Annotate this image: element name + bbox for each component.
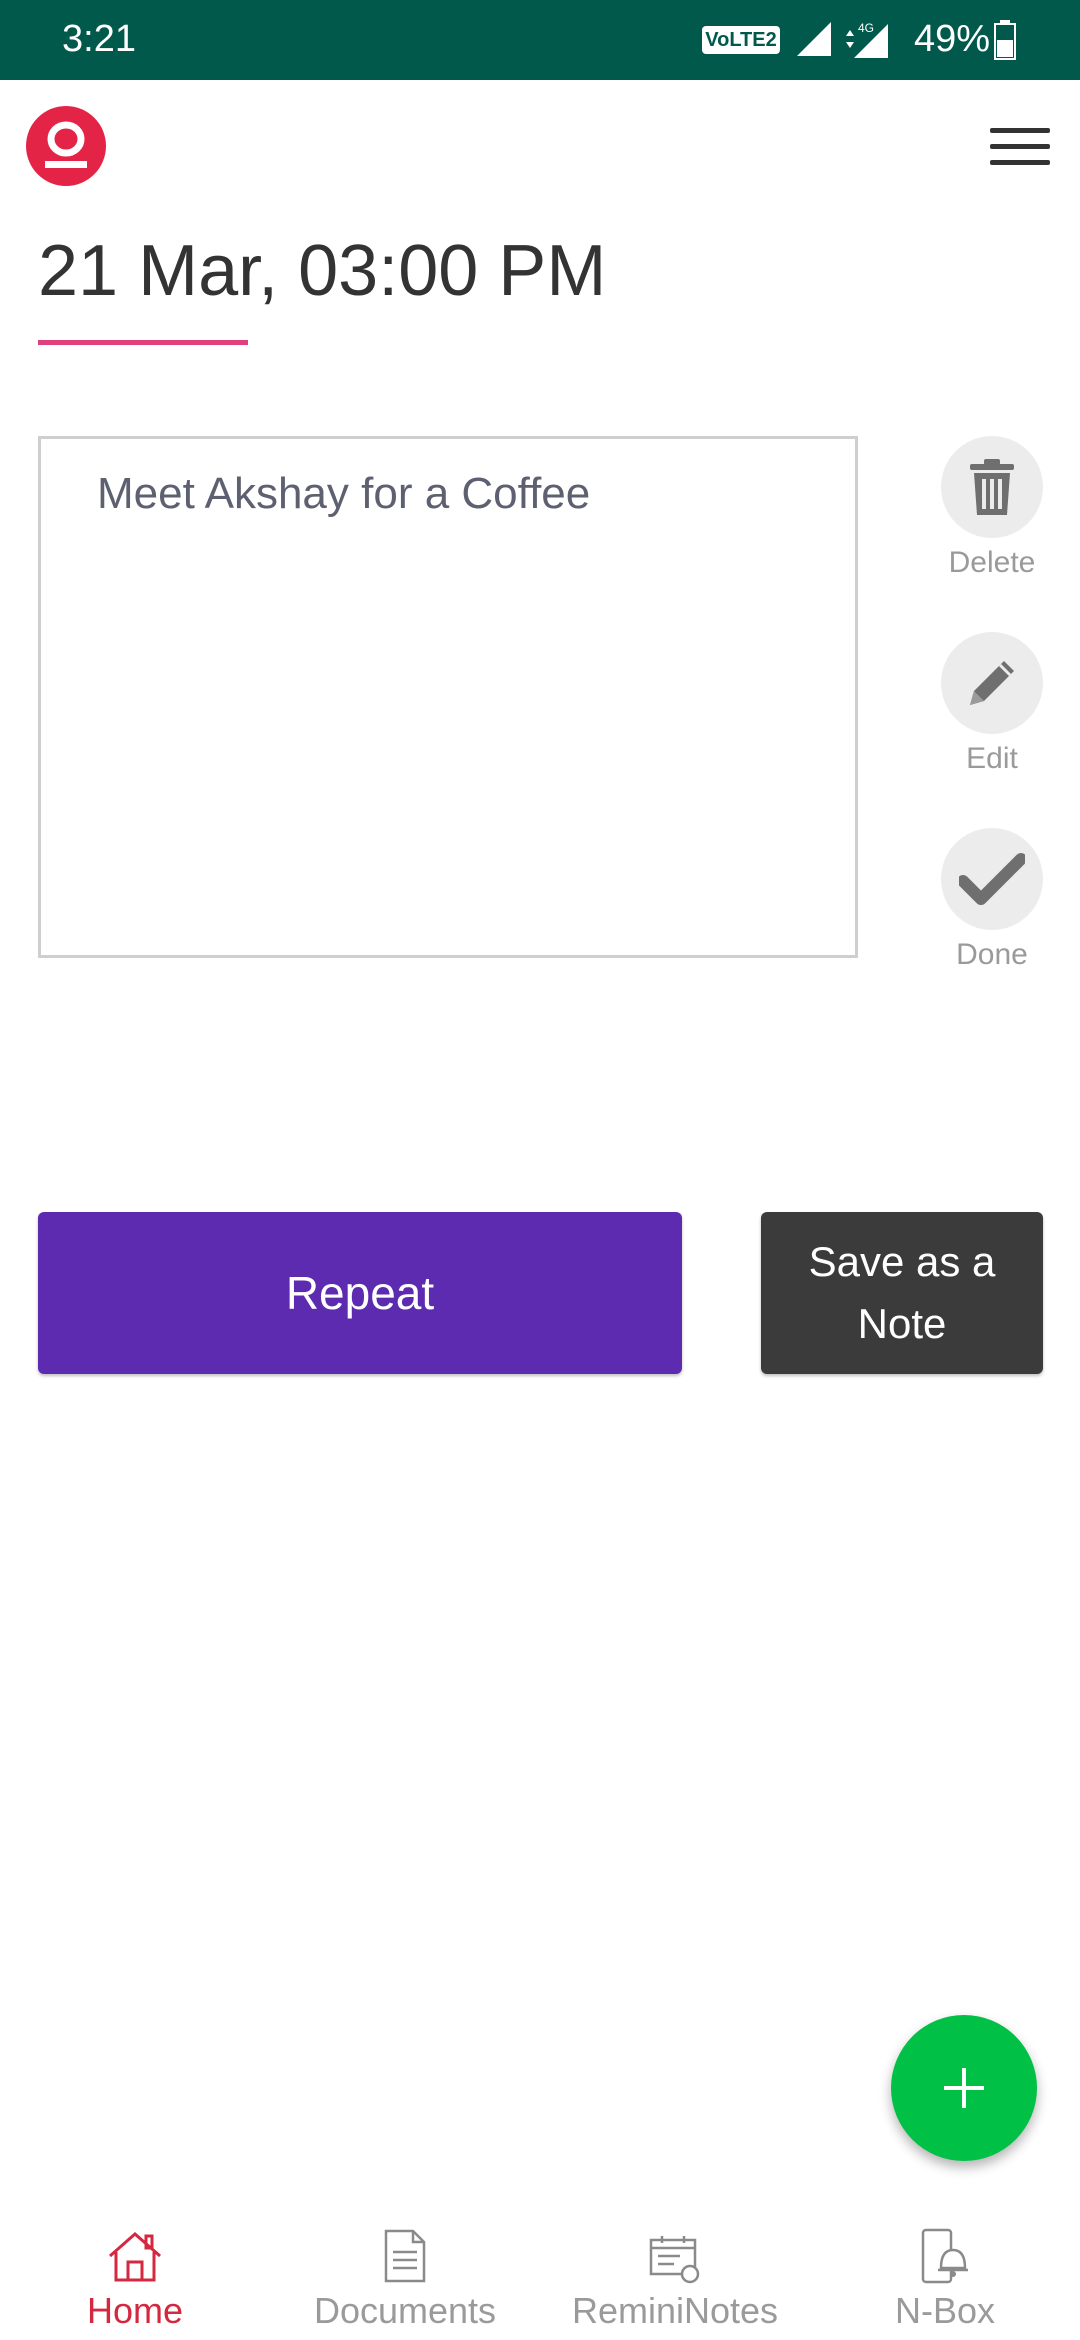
save-label-line2: Note <box>857 1300 947 1347</box>
status-bar: 3:21 VoLTE2 4G 49% <box>0 0 1080 80</box>
note-text: Meet Akshay for a Coffee <box>97 469 591 518</box>
bottom-nav: Home Documents ReminiNotes N-Box <box>0 2200 1080 2340</box>
repeat-button[interactable]: Repeat <box>38 1212 682 1374</box>
volte-badge: VoLTE2 <box>702 26 780 54</box>
edit-label: Edit <box>966 742 1018 775</box>
nav-nbox[interactable]: N-Box <box>810 2220 1080 2332</box>
edit-button[interactable] <box>941 632 1043 734</box>
signal-4g-icon: 4G <box>846 21 888 58</box>
pencil-icon <box>970 661 1014 705</box>
network-type: 4G <box>858 21 874 35</box>
plus-icon <box>944 2068 984 2108</box>
title-underline <box>38 340 248 345</box>
signal-icon <box>797 22 831 56</box>
nav-home-label: Home <box>86 2290 184 2331</box>
reminder-datetime[interactable]: 21 Mar, 03:00 PM <box>38 230 606 312</box>
nav-documents-label: Documents <box>313 2290 497 2331</box>
done-button[interactable] <box>941 828 1043 930</box>
nav-nbox-label: N-Box <box>894 2290 996 2331</box>
nav-home[interactable]: Home <box>0 2220 270 2332</box>
home-icon <box>109 2232 161 2282</box>
reminder-note-icon <box>649 2236 700 2284</box>
phone-bell-icon <box>921 2228 968 2284</box>
delete-action[interactable]: Delete <box>938 436 1046 580</box>
battery-percent: 49% <box>914 18 991 60</box>
save-label-line1: Save as a <box>808 1238 996 1285</box>
trash-icon <box>970 459 1014 515</box>
checkmark-icon <box>959 853 1025 905</box>
delete-label: Delete <box>948 546 1036 579</box>
nav-documents[interactable]: Documents <box>270 2220 540 2332</box>
app-logo-icon[interactable] <box>25 105 107 187</box>
done-action[interactable]: Done <box>938 828 1046 972</box>
done-label: Done <box>956 938 1028 971</box>
edit-action[interactable]: Edit <box>938 632 1046 776</box>
hamburger-menu-icon[interactable] <box>990 128 1050 172</box>
delete-button[interactable] <box>941 436 1043 538</box>
document-icon <box>384 2229 426 2283</box>
status-time: 3:21 <box>62 18 136 60</box>
note-text-box[interactable]: Meet Akshay for a Coffee <box>38 436 858 958</box>
add-button[interactable] <box>891 2015 1037 2161</box>
battery-icon <box>994 20 1016 60</box>
save-as-note-button[interactable]: Save as a Note <box>761 1212 1043 1374</box>
nav-reminotes-label: ReminiNotes <box>571 2290 779 2331</box>
nav-reminotes[interactable]: ReminiNotes <box>540 2220 810 2332</box>
